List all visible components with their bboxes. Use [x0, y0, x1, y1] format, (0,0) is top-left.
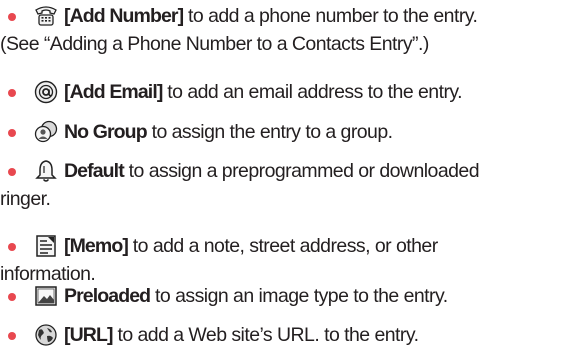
item-text: to assign a preprogrammed or downloaded — [123, 160, 480, 182]
item-continuation: (See “Adding a Phone Number to a Contact… — [0, 33, 429, 55]
bullet-list: [Add Number] to add a phone number to th… — [0, 0, 562, 351]
group-icon — [34, 120, 58, 143]
item-line: Preloaded to assign an image type to the… — [64, 284, 448, 308]
bullet-dot — [8, 129, 16, 137]
item-keyword: Default — [64, 160, 125, 182]
bullet-dot — [8, 13, 16, 21]
item-text: to add an email address to the entry. — [162, 81, 463, 103]
item-line: Default to assign a preprogrammed or dow… — [64, 159, 480, 183]
item-keyword: No Group — [64, 121, 148, 143]
item-keyword: [Add Number] — [64, 5, 184, 27]
item-text: to add a Web site’s URL. to the entry. — [112, 324, 419, 346]
bullet-dot — [8, 293, 16, 301]
at-sign-icon — [34, 80, 58, 104]
item-continuation: information. — [0, 263, 96, 285]
bullet-dot — [8, 332, 16, 340]
item-keyword: Preloaded — [64, 285, 151, 307]
item-line: [Add Email] to add an email address to t… — [64, 80, 463, 104]
item-line: [URL] to add a Web site’s URL. to the en… — [64, 323, 419, 347]
item-continuation: ringer. — [0, 188, 51, 210]
item-keyword: [Add Email] — [64, 81, 163, 103]
bullet-dot — [8, 168, 16, 176]
phone-icon — [35, 6, 57, 26]
bullet-dot — [8, 89, 16, 97]
item-text: to add a note, street address, or other — [127, 235, 438, 257]
item-keyword: [Memo] — [64, 235, 129, 257]
item-line: [Add Number] to add a phone number to th… — [64, 4, 478, 28]
bullet-dot — [8, 243, 16, 251]
item-line: No Group to assign the entry to a group. — [64, 120, 393, 144]
memo-icon — [36, 235, 56, 257]
item-text: to assign the entry to a group. — [146, 121, 394, 143]
item-text: to assign an image type to the entry. — [150, 285, 448, 307]
picture-icon — [35, 286, 57, 306]
item-text: to add a phone number to the entry. — [183, 5, 478, 27]
bell-icon — [35, 160, 57, 182]
item-line: [Memo] to add a note, street address, or… — [64, 234, 438, 258]
item-keyword: [URL] — [64, 324, 113, 346]
globe-icon — [35, 324, 57, 346]
